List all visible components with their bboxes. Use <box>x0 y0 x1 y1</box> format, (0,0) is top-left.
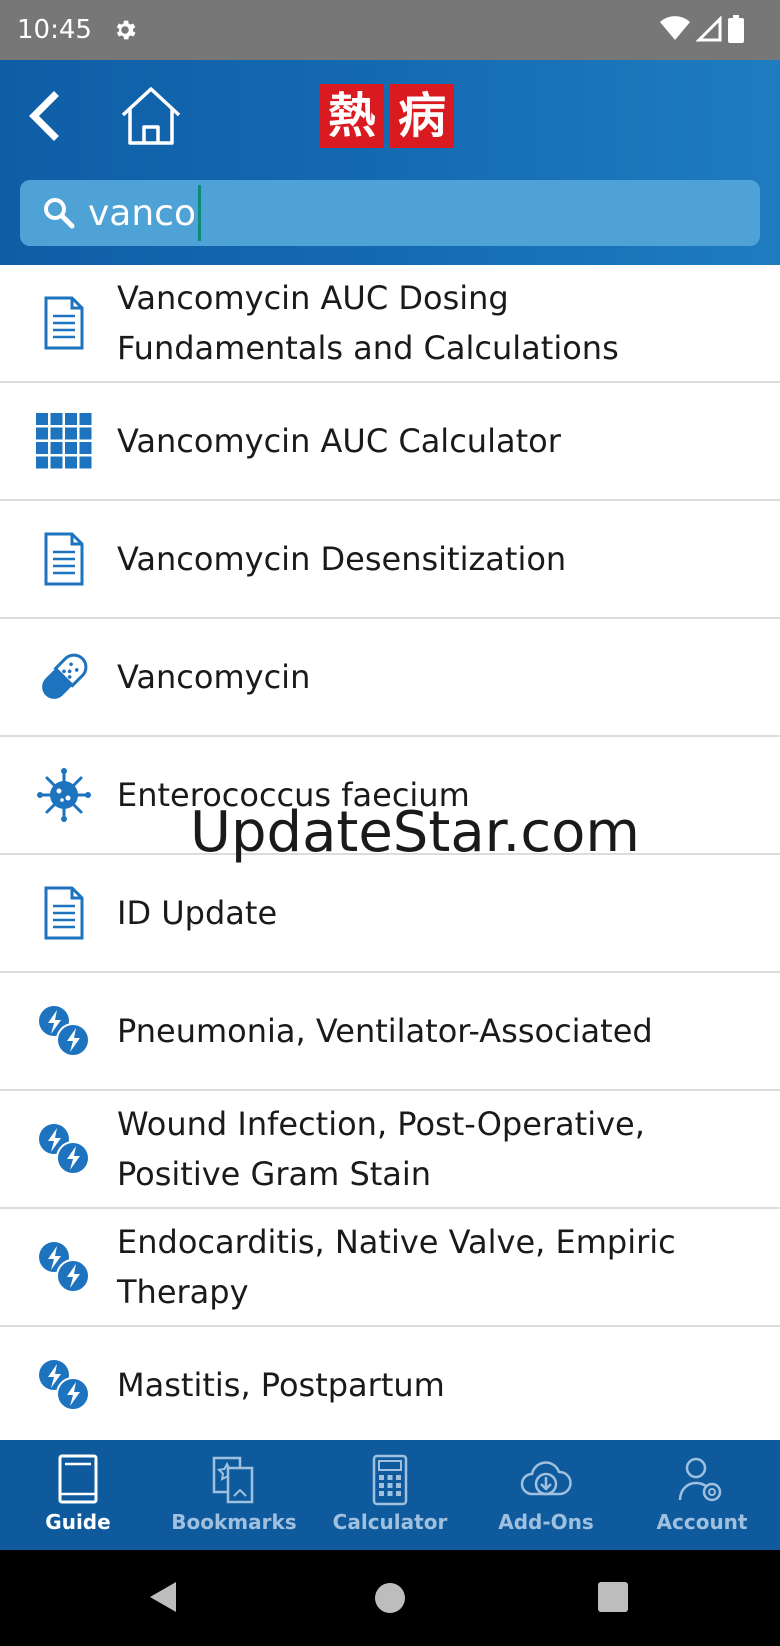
nav-tab-account[interactable]: Account <box>624 1440 780 1550</box>
search-input[interactable]: vanco <box>20 180 760 246</box>
app-logo: 熱 病 <box>320 84 454 148</box>
nav-tab-guide[interactable]: Guide <box>0 1440 156 1550</box>
list-item-label: Vancomycin AUC Dosing Fundamentals and C… <box>117 279 619 367</box>
list-item-label: Enterococcus faecium <box>117 776 470 814</box>
search-icon <box>44 198 75 229</box>
bookmark-icon <box>212 1456 254 1504</box>
list-item[interactable]: Pneumonia, Ventilator-Associated <box>0 973 780 1091</box>
search-query: vanco <box>88 192 196 234</box>
lightning-icon <box>34 1355 94 1415</box>
calculator-grid-icon <box>34 411 94 471</box>
lightning-icon <box>34 1119 94 1179</box>
settings-gear-icon <box>116 20 136 40</box>
nav-tab-add-ons[interactable]: Add-Ons <box>468 1440 624 1550</box>
book-icon <box>58 1454 98 1504</box>
bottom-nav: Guide Bookmarks Calculator Add-Ons Accou… <box>0 1440 780 1550</box>
pill-icon <box>34 647 94 707</box>
list-item-label: Mastitis, Postpartum <box>117 1366 445 1404</box>
nav-label: Bookmarks <box>171 1510 297 1534</box>
lightning-icon <box>34 1237 94 1297</box>
list-item[interactable]: Vancomycin Desensitization <box>0 501 780 619</box>
list-item[interactable]: Vancomycin <box>0 619 780 737</box>
wifi-icon <box>660 16 690 40</box>
text-cursor <box>198 185 201 241</box>
list-item[interactable]: Mastitis, Postpartum <box>0 1327 780 1443</box>
list-item-label: Vancomycin AUC Calculator <box>117 422 561 460</box>
bacteria-icon <box>34 765 94 825</box>
document-icon <box>34 883 94 943</box>
list-item-label: Endocarditis, Native Valve, Empiric Ther… <box>117 1223 676 1311</box>
list-item[interactable]: Wound Infection, Post-Operative, Positiv… <box>0 1091 780 1209</box>
list-item[interactable]: ID Update <box>0 855 780 973</box>
lightning-icon <box>34 1001 94 1061</box>
app-header: 熱 病 vanco <box>0 60 780 265</box>
nav-tab-bookmarks[interactable]: Bookmarks <box>156 1440 312 1550</box>
cloud-download-icon <box>520 1461 572 1496</box>
nav-label: Account <box>656 1510 748 1534</box>
signal-icon <box>696 16 722 42</box>
system-recents-icon[interactable] <box>598 1582 628 1612</box>
account-gear-icon <box>678 1457 722 1502</box>
document-icon <box>34 529 94 589</box>
logo-char: 熱 <box>320 84 384 148</box>
document-icon <box>34 293 94 353</box>
list-item[interactable]: Vancomycin AUC Dosing Fundamentals and C… <box>0 265 780 383</box>
system-navigation-bar <box>0 1550 780 1646</box>
list-item-label: Vancomycin Desensitization <box>117 540 567 578</box>
list-item[interactable]: Enterococcus faecium <box>0 737 780 855</box>
list-item-label: ID Update <box>117 894 278 932</box>
status-time: 10:45 <box>17 15 92 45</box>
list-item-label: Wound Infection, Post-Operative, Positiv… <box>117 1105 645 1193</box>
status-bar: 10:45 <box>0 0 780 60</box>
nav-label: Calculator <box>332 1510 448 1534</box>
calculator-icon <box>372 1454 408 1506</box>
system-back-icon[interactable] <box>148 1580 178 1614</box>
nav-label: Add-Ons <box>498 1510 594 1534</box>
nav-label: Guide <box>45 1510 111 1534</box>
list-item-label: Pneumonia, Ventilator-Associated <box>117 1012 653 1050</box>
nav-tab-calculator[interactable]: Calculator <box>312 1440 468 1550</box>
search-results-list: Vancomycin AUC Dosing Fundamentals and C… <box>0 265 780 1443</box>
list-item-label: Vancomycin <box>117 658 311 696</box>
list-item[interactable]: Endocarditis, Native Valve, Empiric Ther… <box>0 1209 780 1327</box>
list-item[interactable]: Vancomycin AUC Calculator <box>0 383 780 501</box>
battery-icon <box>728 15 744 43</box>
home-icon[interactable] <box>118 85 184 147</box>
logo-char: 病 <box>390 84 454 148</box>
back-arrow-icon[interactable] <box>20 88 68 144</box>
system-home-icon[interactable] <box>374 1582 406 1614</box>
